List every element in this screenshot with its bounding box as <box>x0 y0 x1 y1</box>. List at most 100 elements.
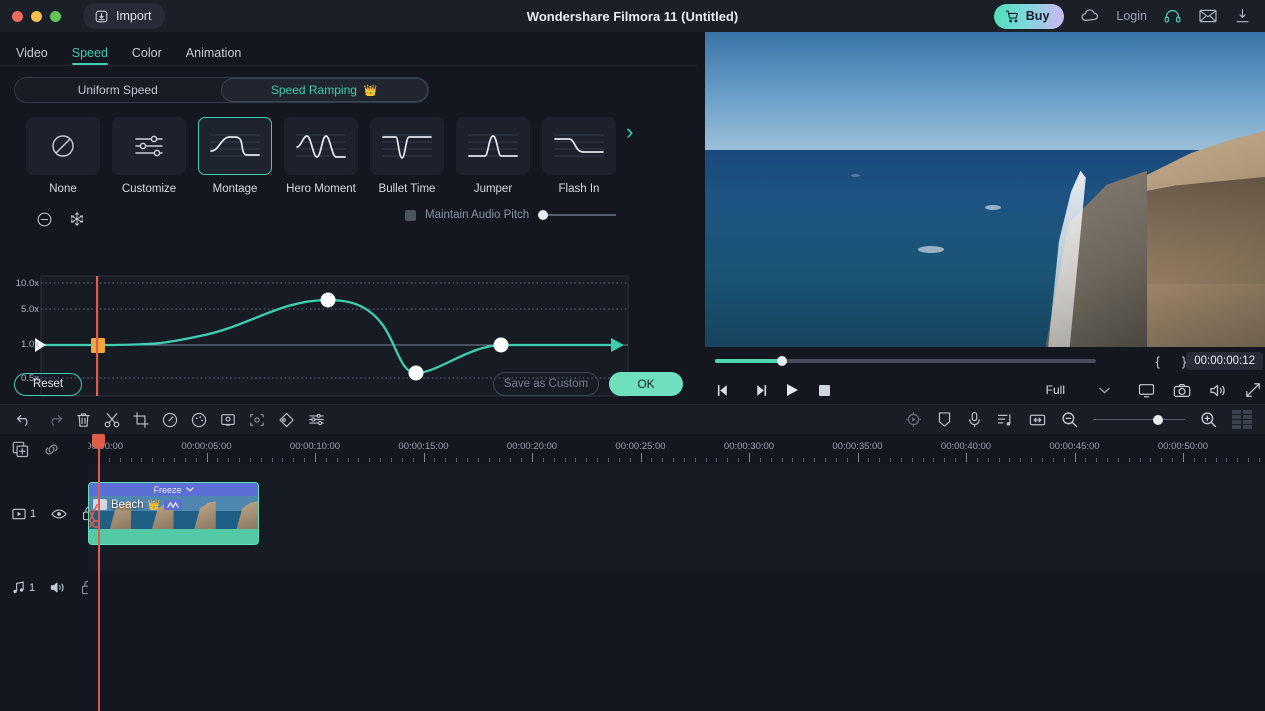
mask-icon[interactable] <box>278 412 295 428</box>
segment-speed-ramping[interactable]: Speed Ramping 👑 <box>221 78 429 102</box>
preset-next-button[interactable]: › <box>626 119 633 145</box>
tab-video[interactable]: Video <box>16 46 48 65</box>
playback-progress-knob[interactable] <box>777 356 787 366</box>
curve-keyframe-node[interactable] <box>321 293 336 308</box>
undo-icon[interactable] <box>16 412 33 427</box>
close-window-button[interactable] <box>12 11 23 22</box>
motion-tracking-icon[interactable] <box>249 412 265 428</box>
timeline-zoom-knob[interactable] <box>1153 415 1163 425</box>
mark-in-button[interactable]: { <box>1156 354 1160 369</box>
headset-icon[interactable] <box>1163 7 1182 26</box>
preset-jumper[interactable]: Jumper <box>456 117 530 195</box>
login-link[interactable]: Login <box>1116 9 1147 23</box>
add-media-icon[interactable] <box>12 441 29 458</box>
jumper-curve-icon <box>465 127 521 165</box>
download-icon[interactable] <box>1234 7 1251 25</box>
snowflake-icon[interactable] <box>69 211 85 227</box>
speaker-icon[interactable] <box>1209 383 1227 398</box>
maintain-audio-pitch-checkbox[interactable] <box>405 210 416 221</box>
next-frame-button[interactable] <box>751 384 767 397</box>
timeline-playhead-handle[interactable] <box>92 434 105 449</box>
import-button[interactable]: Import <box>83 3 165 29</box>
render-preview-icon[interactable] <box>905 411 922 428</box>
microphone-icon[interactable] <box>967 411 982 428</box>
reset-button[interactable]: Reset <box>14 373 82 396</box>
ruler-tick-minor <box>391 458 392 462</box>
camera-icon[interactable] <box>1173 383 1191 398</box>
speed-ramp-icon[interactable] <box>164 500 182 510</box>
audio-pitch-slider[interactable] <box>538 209 616 221</box>
palette-icon[interactable] <box>191 412 207 428</box>
tab-speed[interactable]: Speed <box>72 46 108 65</box>
curve-keyframe-node[interactable] <box>494 338 509 353</box>
video-track-number: 1 <box>30 508 36 520</box>
play-button[interactable] <box>785 383 800 397</box>
tab-animation[interactable]: Animation <box>186 46 242 65</box>
clip-title-row: Beach 👑 <box>111 499 182 511</box>
waveform-grid-icon[interactable] <box>1232 410 1253 429</box>
prev-frame-button[interactable] <box>717 384 733 397</box>
crop-icon[interactable] <box>133 412 149 428</box>
ruler-tick-minor <box>141 458 142 462</box>
clip-freeze-banner[interactable]: Freeze <box>89 483 258 496</box>
window-controls[interactable] <box>12 11 61 22</box>
timeline-ruler[interactable]: 00:00:00:0000:00:05:0000:00:10:0000:00:1… <box>88 434 1265 464</box>
ruler-tick-minor <box>348 458 349 462</box>
eye-icon[interactable] <box>51 508 67 520</box>
fit-timeline-icon[interactable] <box>1029 413 1046 427</box>
video-track-header[interactable]: 1 <box>0 506 88 521</box>
minimize-window-button[interactable] <box>31 11 42 22</box>
preset-none[interactable]: None <box>26 117 100 195</box>
maximize-window-button[interactable] <box>50 11 61 22</box>
scissors-icon[interactable] <box>104 412 120 428</box>
redo-icon[interactable] <box>46 412 63 427</box>
ok-button[interactable]: OK <box>609 372 683 396</box>
minus-circle-icon[interactable] <box>36 211 53 228</box>
speaker-icon[interactable] <box>50 581 66 594</box>
ruler-tick-minor <box>630 458 631 462</box>
timeline-zoom-slider[interactable] <box>1093 414 1185 426</box>
trash-icon[interactable] <box>76 412 91 428</box>
segment-uniform-speed[interactable]: Uniform Speed <box>15 78 221 102</box>
ruler-tick-minor <box>695 458 696 462</box>
timeline-clip-beach[interactable]: Freeze Beach 👑 <box>88 482 259 545</box>
tab-color[interactable]: Color <box>132 46 162 65</box>
preset-customize[interactable]: Customize <box>112 117 186 195</box>
chevron-down-icon[interactable] <box>186 487 194 492</box>
audio-pitch-slider-knob[interactable] <box>538 210 548 220</box>
ruler-tick-minor <box>521 458 522 462</box>
expand-icon[interactable] <box>1245 382 1261 398</box>
audio-track-header[interactable]: 1 <box>0 580 88 595</box>
playback-progress-slider[interactable] <box>715 359 1096 363</box>
ruler-tick-minor <box>825 458 826 462</box>
ruler-tick-minor <box>1248 458 1249 462</box>
zoom-in-icon[interactable] <box>1200 411 1217 428</box>
zoom-out-icon[interactable] <box>1061 411 1078 428</box>
stop-button[interactable] <box>818 384 831 397</box>
link-icon[interactable] <box>43 442 60 457</box>
clip-split-handle[interactable] <box>88 495 103 535</box>
speedometer-icon[interactable] <box>162 412 178 428</box>
preset-bullet-time[interactable]: Bullet Time <box>370 117 444 195</box>
marker-icon[interactable] <box>937 411 952 428</box>
ruler-tick-minor <box>716 458 717 462</box>
adjust-icon[interactable] <box>308 412 325 427</box>
ruler-label: 00:00:05:00 <box>181 441 231 452</box>
preview-quality-select[interactable]: Full <box>1038 381 1118 399</box>
preset-montage[interactable]: Montage <box>198 117 272 195</box>
preset-flash-in[interactable]: Flash In <box>542 117 616 195</box>
green-screen-icon[interactable] <box>220 412 236 428</box>
video-preview[interactable] <box>705 32 1265 347</box>
preview-right-tools <box>1138 382 1261 398</box>
mail-icon[interactable] <box>1198 8 1218 24</box>
audio-track-1[interactable] <box>88 572 1265 644</box>
video-track-1[interactable]: Freeze Beach 👑 <box>88 464 1265 572</box>
ruler-tick-minor <box>489 458 490 462</box>
save-as-custom-button[interactable]: Save as Custom <box>493 372 599 396</box>
import-label: Import <box>116 9 151 23</box>
monitor-icon[interactable] <box>1138 383 1155 398</box>
audio-mixer-icon[interactable] <box>997 412 1014 428</box>
cloud-icon[interactable] <box>1080 8 1100 24</box>
preset-hero-moment[interactable]: Hero Moment <box>284 117 358 195</box>
buy-button[interactable]: Buy <box>994 4 1065 29</box>
